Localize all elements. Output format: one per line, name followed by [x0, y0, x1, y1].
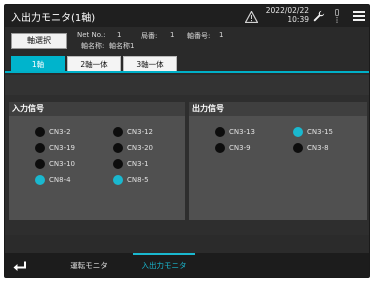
info-bar: 軸選択 Net No.: 1 局番: 1 軸番号: 1 軸名称: 軸名称1 — [5, 27, 369, 53]
page-title: 入出力モニタ(1軸) — [11, 13, 96, 24]
axis-tab-bar: 1軸 2軸一体 3軸一体 — [5, 53, 369, 73]
tab-3-axis-combined[interactable]: 3軸一体 — [123, 56, 177, 71]
net-no-label: Net No.: — [77, 31, 106, 39]
warning-icon[interactable] — [245, 11, 258, 23]
hmi-screen: 入出力モニタ(1軸) 2022/02/22 10:39 軸選択 Net No.:… — [4, 4, 370, 278]
led-indicator — [35, 127, 45, 137]
tab-1-axis[interactable]: 1軸 — [11, 56, 65, 71]
led-indicator — [293, 143, 303, 153]
axis-name-value: 軸名称1 — [109, 42, 135, 50]
signal-label: CN3-9 — [229, 144, 251, 152]
nav-tab-io-monitor[interactable]: 入出力モニタ — [133, 253, 195, 277]
led-indicator — [293, 127, 303, 137]
signal-label: CN3-8 — [307, 144, 329, 152]
tab-2-axis-combined[interactable]: 2軸一体 — [67, 56, 121, 71]
axis-name-label: 軸名称: — [81, 42, 105, 50]
led-indicator — [35, 175, 45, 185]
nav-tab-operation-monitor[interactable]: 運転モニタ — [59, 253, 119, 277]
bottom-nav: 運転モニタ 入出力モニタ — [5, 253, 369, 277]
led-indicator — [113, 175, 123, 185]
signal-label: CN3-2 — [49, 128, 71, 136]
station-label: 局番: — [141, 32, 158, 40]
wrench-icon[interactable] — [313, 10, 325, 22]
input-panel-title: 入力信号 — [9, 102, 185, 116]
signal-label: CN3-12 — [127, 128, 154, 136]
led-indicator — [35, 143, 45, 153]
led-indicator — [113, 127, 123, 137]
axis-no-value: 1 — [219, 31, 224, 39]
return-icon[interactable] — [13, 261, 27, 272]
menu-icon[interactable] — [353, 10, 365, 22]
signal-label: CN8-5 — [127, 176, 149, 184]
sub-band — [5, 75, 369, 95]
axis-select-button[interactable]: 軸選択 — [11, 33, 67, 49]
led-indicator — [113, 143, 123, 153]
signal-label: CN3-20 — [127, 144, 154, 152]
datetime: 2022/02/22 10:39 — [263, 6, 309, 24]
axis-no-label: 軸番号: — [187, 32, 211, 40]
signal-label: CN3-10 — [49, 160, 76, 168]
station-value: 1 — [170, 31, 175, 39]
net-no-value: 1 — [117, 31, 122, 39]
signal-label: CN3-19 — [49, 144, 76, 152]
output-signal-panel: 出力信号 CN3-13 CN3-15 CN3-9 CN3-8 — [189, 102, 367, 220]
time: 10:39 — [287, 14, 309, 24]
signal-label: CN3-15 — [307, 128, 334, 136]
signal-label: CN3-1 — [127, 160, 149, 168]
led-indicator — [215, 127, 225, 137]
led-indicator — [113, 159, 123, 169]
title-bar: 入出力モニタ(1軸) 2022/02/22 10:39 — [5, 5, 369, 27]
led-indicator — [215, 143, 225, 153]
signal-label: CN3-13 — [229, 128, 256, 136]
output-panel-title: 出力信号 — [189, 102, 367, 116]
led-indicator — [35, 159, 45, 169]
input-signal-panel: 入力信号 CN3-2 CN3-12 CN3-19 CN3-20 CN3-10 C… — [9, 102, 185, 220]
signal-label: CN8-4 — [49, 176, 71, 184]
status-indicator-icon[interactable] — [333, 9, 341, 23]
